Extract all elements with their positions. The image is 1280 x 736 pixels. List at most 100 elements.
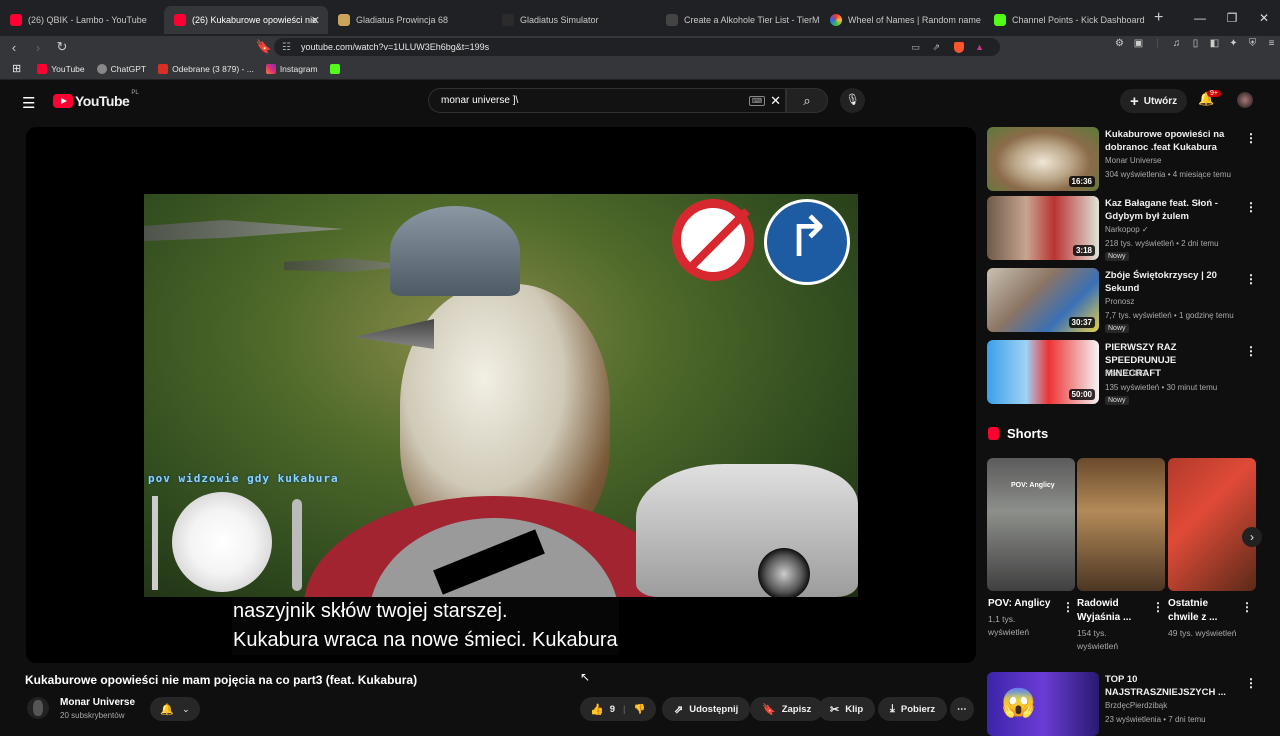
more-options-icon[interactable]: ⋮ [1152, 600, 1164, 614]
channel-name[interactable]: Monar Universe [60, 697, 135, 708]
turn-right-sign-image [764, 199, 850, 285]
video-thumbnail[interactable]: 30:37 [987, 268, 1099, 332]
menu-icon[interactable]: ≡ [1262, 38, 1280, 49]
voice-search-button[interactable]: 🎙 [840, 88, 865, 113]
bookmark-chatgpt[interactable]: ChatGPT [96, 63, 146, 74]
short-thumbnail[interactable] [1168, 458, 1256, 591]
minimize-button[interactable]: — [1184, 11, 1216, 25]
channel-name[interactable]: Pronosz [1105, 297, 1134, 306]
reload-icon[interactable]: ↻ [52, 39, 72, 55]
channel-name[interactable]: Monar Universe [1105, 156, 1161, 165]
blank-favicon-icon [502, 14, 514, 26]
video-title[interactable]: Zbóje Świętokrzyscy | 20 Sekund [1105, 269, 1233, 295]
more-options-icon[interactable]: ⋮ [1245, 676, 1257, 690]
browser-tab[interactable]: Channel Points - Kick Dashboard [984, 6, 1148, 34]
share-button[interactable]: ⇗ Udostępnij [662, 697, 751, 721]
browser-tab[interactable]: (26) QBIK - Lambo - YouTube [0, 6, 164, 34]
hamburger-menu-icon[interactable]: ☰ [22, 94, 35, 112]
more-icon: ⋯ [957, 703, 967, 715]
recommended-video[interactable]: 50:00 PIERWSZY RAZ SPEEDRUNUJE MINECRAFT… [987, 340, 1257, 405]
brave-rewards-icon[interactable]: ▲ [975, 42, 984, 52]
more-options-icon[interactable]: ⋮ [1241, 600, 1253, 614]
maximize-button[interactable]: ❐ [1216, 11, 1248, 25]
recommended-video[interactable]: 😱 TOP 10 NAJSTRASZNIEJSZYCH ... BrzdęcPi… [987, 672, 1257, 736]
more-options-icon[interactable]: ⋮ [1245, 131, 1257, 145]
channel-avatar[interactable] [27, 697, 49, 719]
thumbs-up-icon: 👍 [590, 703, 604, 716]
dislike-button[interactable]: 👎 [634, 704, 646, 715]
keyboard-icon[interactable]: ⌨ [748, 96, 765, 106]
forward-icon[interactable]: › [28, 40, 48, 55]
video-thumbnail[interactable]: 16:36 [987, 127, 1099, 191]
channel-name[interactable]: BrzdęcPierdzibąk [1105, 701, 1167, 710]
no-left-turn-sign-image [672, 199, 754, 281]
subscription-bell-button[interactable]: 🔔 ⌄ [150, 697, 200, 721]
shorts-next-button[interactable]: › [1242, 527, 1262, 547]
sidebar-icon[interactable]: ▯ [1186, 38, 1205, 49]
short-title[interactable]: Radowid Wyjaśnia ... [1077, 597, 1147, 625]
site-info-icon[interactable]: ☷ [282, 42, 291, 53]
more-options-icon[interactable]: ⋮ [1245, 272, 1257, 286]
video-thumbnail[interactable]: 😱 [987, 672, 1099, 736]
leo-icon[interactable]: ✦ [1224, 38, 1243, 49]
recommended-video[interactable]: 16:36 Kukaburowe opowieści na dobranoc .… [987, 127, 1257, 191]
clip-button[interactable]: ✂ Klip [818, 697, 876, 721]
back-icon[interactable]: ‹ [4, 40, 24, 55]
short-title[interactable]: POV: Anglicy [988, 597, 1058, 611]
close-tab-icon[interactable]: ✕ [311, 14, 320, 27]
bookmark-gmail[interactable]: Odebrane (3 879) - ... [158, 63, 254, 74]
vpn-icon[interactable]: ⛨ [1243, 38, 1262, 49]
search-input[interactable]: monar universe ]\ ⌨ ✕ [428, 88, 786, 113]
new-tab-button[interactable]: + [1154, 9, 1163, 27]
channel-name[interactable]: Narkopop ✓ [1105, 225, 1149, 234]
clear-search-icon[interactable]: ✕ [770, 93, 781, 109]
cast-icon[interactable]: ▭ [911, 42, 920, 53]
like-dislike-group: 👍 9 | 👎 [580, 697, 656, 721]
more-options-icon[interactable]: ⋮ [1062, 600, 1074, 614]
apps-icon[interactable]: ⊞ [12, 62, 21, 75]
video-thumbnail[interactable]: 50:00 [987, 340, 1099, 404]
browser-tab[interactable]: Gladiatus Simulator [492, 6, 656, 34]
recommended-video[interactable]: 30:37 Zbóje Świętokrzyscy | 20 Sekund Pr… [987, 268, 1257, 333]
browser-tab[interactable]: Gladiatus Prowincja 68 [328, 6, 492, 34]
share-icon[interactable]: ⇗ [932, 42, 940, 53]
browser-tab-active[interactable]: (26) Kukaburowe opowieści nie ✕ [164, 6, 328, 34]
search-icon: ⌕ [803, 93, 811, 108]
short-views: 1,1 tys. wyświetleń [988, 614, 1030, 637]
officer-cap-image [390, 206, 520, 296]
search-button[interactable]: ⌕ [786, 88, 828, 113]
extension-icon[interactable]: ▣ [1129, 38, 1148, 49]
video-title[interactable]: Kaz Bałagane feat. Słoń - Gdybym był żul… [1105, 197, 1233, 223]
video-title[interactable]: TOP 10 NAJSTRASZNIEJSZYCH ... [1105, 673, 1233, 699]
bookmark-icon[interactable]: 🔖 [254, 39, 274, 55]
recommended-video[interactable]: 3:18 Kaz Bałagane feat. Słoń - Gdybym by… [987, 196, 1257, 261]
download-button[interactable]: ⤓ Pobierz [878, 697, 948, 721]
short-thumbnail[interactable]: POV: Anglicy [987, 458, 1075, 591]
video-title[interactable]: Kukaburowe opowieści na dobranoc .feat K… [1105, 128, 1233, 154]
close-window-button[interactable]: ✕ [1248, 11, 1280, 25]
bookmark-kick[interactable] [329, 63, 344, 74]
youtube-logo[interactable]: YouTube PL [53, 90, 139, 109]
save-button[interactable]: 🔖 Zapisz [750, 697, 824, 721]
like-button[interactable]: 👍 9 [590, 703, 615, 716]
more-options-icon[interactable]: ⋮ [1245, 344, 1257, 358]
account-avatar[interactable] [1237, 92, 1253, 108]
wallet-icon[interactable]: ◧ [1205, 38, 1224, 49]
more-options-icon[interactable]: ⋮ [1245, 200, 1257, 214]
channel-name[interactable]: PeciuCJDR [1105, 369, 1146, 378]
address-bar[interactable]: ☷ youtube.com/watch?v=1ULUW3Eh6bg&t=199s… [274, 38, 1000, 56]
browser-tab[interactable]: Wheel of Names | Random name pic [820, 6, 984, 34]
short-title[interactable]: Ostatnie chwile z ... [1168, 597, 1238, 625]
brave-shield-icon[interactable] [954, 41, 964, 53]
extension-icon[interactable]: ⚙ [1110, 38, 1129, 49]
bookmark-instagram[interactable]: Instagram [265, 63, 318, 74]
more-actions-button[interactable]: ⋯ [950, 697, 974, 721]
browser-tab[interactable]: Create a Alkohole Tier List - TierMak [656, 6, 820, 34]
create-button[interactable]: + Utwórz [1120, 89, 1188, 113]
video-thumbnail[interactable]: 3:18 [987, 196, 1099, 260]
short-thumbnail[interactable] [1077, 458, 1165, 591]
music-icon[interactable]: ♫ [1167, 38, 1186, 49]
bookmark-youtube[interactable]: YouTube [37, 63, 85, 74]
video-player[interactable]: pov widzowie gdy kukabura naszyjnik skłó… [26, 127, 976, 663]
video-meta: 218 tys. wyświetleń • 2 dni temu [1105, 239, 1219, 248]
